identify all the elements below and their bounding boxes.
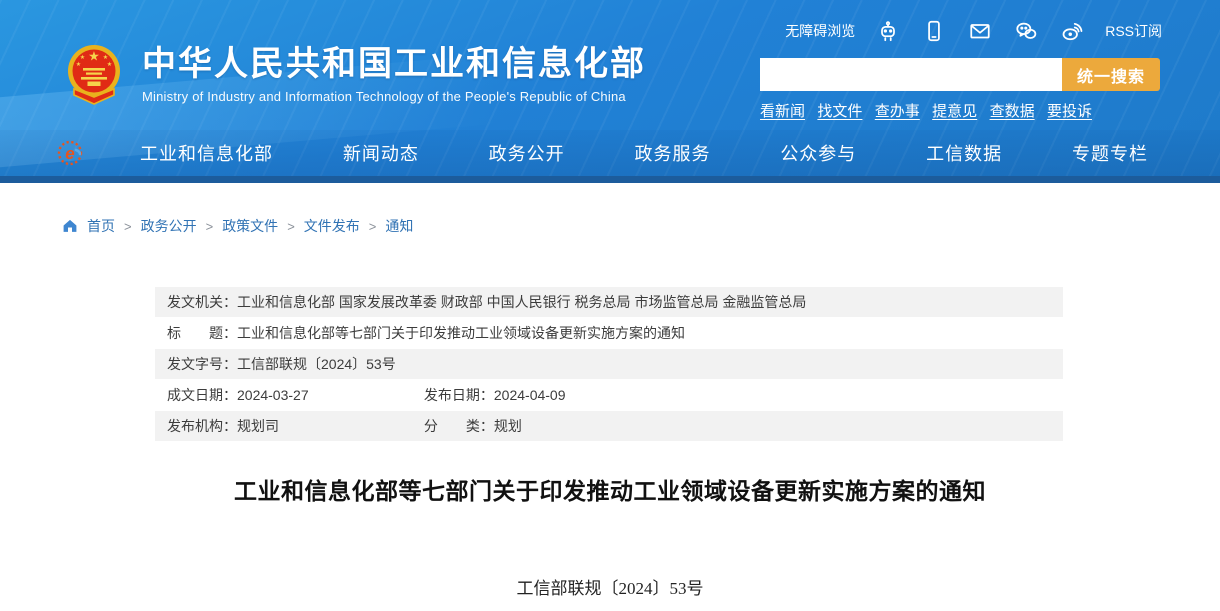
rss-link[interactable]: RSS订阅 [1105, 21, 1162, 41]
breadcrumb: 首页 > 政务公开 > 政策文件 > 文件发布 > 通知 [62, 216, 413, 236]
meta-label: 发文字号： [167, 356, 237, 372]
national-emblem-icon: ★ ★ ★ ★ ★ [66, 44, 122, 106]
topbar: 无障碍浏览 [785, 16, 1162, 46]
meta-label: 成文日期： [167, 387, 237, 403]
meta-value: 规划 [494, 418, 522, 434]
accessibility-link[interactable]: 无障碍浏览 [785, 21, 855, 41]
meta-value: 工业和信息化部 国家发展改革委 财政部 中国人民银行 税务总局 市场监管总局 金… [237, 294, 806, 310]
nav-items: 工业和信息化部 新闻动态 政务公开 政务服务 公众参与 工信数据 专题专栏 [140, 130, 1148, 176]
meta-row-dates: 成文日期：2024-03-27 发布日期：2024-04-09 [155, 380, 1063, 410]
site-header: 无障碍浏览 [0, 0, 1220, 176]
meta-pair-publisher: 发布机构：规划司 [167, 411, 420, 441]
meta-value: 2024-03-27 [237, 387, 309, 403]
svg-text:★: ★ [76, 61, 81, 68]
crumb-document-release[interactable]: 文件发布 [304, 216, 360, 236]
meta-row-title: 标 题：工业和信息化部等七部门关于印发推动工业领域设备更新实施方案的通知 [155, 318, 1063, 348]
document-meta-table: 发文机关：工业和信息化部 国家发展改革委 财政部 中国人民银行 税务总局 市场监… [155, 287, 1063, 442]
wechat-icon[interactable] [1013, 18, 1039, 44]
quick-links: 看新闻 找文件 查办事 提意见 查数据 要投诉 [760, 100, 1092, 121]
search-input[interactable] [760, 58, 1062, 91]
quick-link-services[interactable]: 查办事 [875, 100, 920, 121]
meta-value: 工业和信息化部等七部门关于印发推动工业领域设备更新实施方案的通知 [237, 325, 685, 341]
quick-link-suggestions[interactable]: 提意见 [932, 100, 977, 121]
robot-icon[interactable] [875, 18, 901, 44]
svg-text:★: ★ [80, 54, 85, 61]
meta-pair-publish-date: 发布日期：2024-04-09 [424, 387, 566, 403]
home-icon[interactable] [62, 218, 78, 233]
meta-row-publisher-category: 发布机构：规划司 分 类：规划 [155, 411, 1063, 441]
crumb-gov-disclosure[interactable]: 政务公开 [141, 216, 197, 236]
nav-item-news[interactable]: 新闻动态 [343, 140, 419, 166]
mail-icon[interactable] [967, 18, 993, 44]
nav-item-gov-disclosure[interactable]: 政务公开 [489, 140, 565, 166]
miit-e-logo-icon: e [56, 139, 84, 167]
meta-label: 分 类： [424, 418, 494, 434]
meta-value: 2024-04-09 [494, 387, 566, 403]
search-area: 统一搜索 看新闻 找文件 查办事 提意见 查数据 要投诉 [760, 58, 1160, 121]
crumb-separator: > [287, 219, 295, 234]
mobile-icon[interactable] [921, 18, 947, 44]
quick-link-complaints[interactable]: 要投诉 [1047, 100, 1092, 121]
brand-text: 中华人民共和国工业和信息化部 Ministry of Industry and … [142, 44, 646, 104]
crumb-separator: > [206, 219, 214, 234]
meta-label: 发文机关： [167, 294, 237, 310]
site-title: 中华人民共和国工业和信息化部 [142, 44, 646, 84]
nav-item-miit[interactable]: 工业和信息化部 [140, 140, 273, 166]
site-subtitle: Ministry of Industry and Information Tec… [142, 89, 646, 104]
crumb-separator: > [369, 219, 377, 234]
nav-item-special-columns[interactable]: 专题专栏 [1072, 140, 1148, 166]
quick-link-documents[interactable]: 找文件 [817, 100, 862, 121]
search-bar: 统一搜索 [760, 58, 1160, 91]
crumb-separator: > [124, 219, 132, 234]
quick-link-data[interactable]: 查数据 [990, 100, 1035, 121]
article-doc-number: 工信部联规〔2024〕53号 [0, 574, 1220, 599]
meta-value: 工信部联规〔2024〕53号 [237, 356, 396, 372]
main-nav: e 工业和信息化部 新闻动态 政务公开 政务服务 公众参与 工信数据 专题专栏 [0, 130, 1220, 176]
meta-label: 发布机构： [167, 418, 237, 434]
meta-value: 规划司 [237, 418, 279, 434]
brand: ★ ★ ★ ★ ★ 中华人民共和国工业和信息化部 Ministry of Ind… [66, 44, 646, 106]
crumb-home[interactable]: 首页 [87, 216, 115, 236]
svg-text:e: e [65, 144, 74, 163]
meta-label: 发布日期： [424, 387, 494, 403]
nav-item-gov-services[interactable]: 政务服务 [634, 140, 710, 166]
nav-item-miit-data[interactable]: 工信数据 [926, 140, 1002, 166]
svg-text:★: ★ [103, 54, 108, 61]
crumb-policy-documents[interactable]: 政策文件 [222, 216, 278, 236]
crumb-notice[interactable]: 通知 [385, 216, 413, 236]
meta-row-issuing-agency: 发文机关：工业和信息化部 国家发展改革委 财政部 中国人民银行 税务总局 市场监… [155, 287, 1063, 317]
article-title: 工业和信息化部等七部门关于印发推动工业领域设备更新实施方案的通知 [0, 472, 1220, 506]
meta-pair-category: 分 类：规划 [424, 418, 522, 434]
page: 无障碍浏览 [0, 0, 1220, 611]
quick-link-news[interactable]: 看新闻 [760, 100, 805, 121]
svg-text:★: ★ [107, 61, 112, 68]
meta-label: 标 题： [167, 325, 237, 341]
meta-row-document-number: 发文字号：工信部联规〔2024〕53号 [155, 349, 1063, 379]
nav-item-public-participation[interactable]: 公众参与 [780, 140, 856, 166]
meta-pair-written-date: 成文日期：2024-03-27 [167, 380, 420, 410]
svg-text:★: ★ [88, 49, 100, 64]
nav-bottom-strip [0, 176, 1220, 183]
weibo-icon[interactable] [1059, 18, 1085, 44]
unified-search-button[interactable]: 统一搜索 [1062, 58, 1160, 91]
